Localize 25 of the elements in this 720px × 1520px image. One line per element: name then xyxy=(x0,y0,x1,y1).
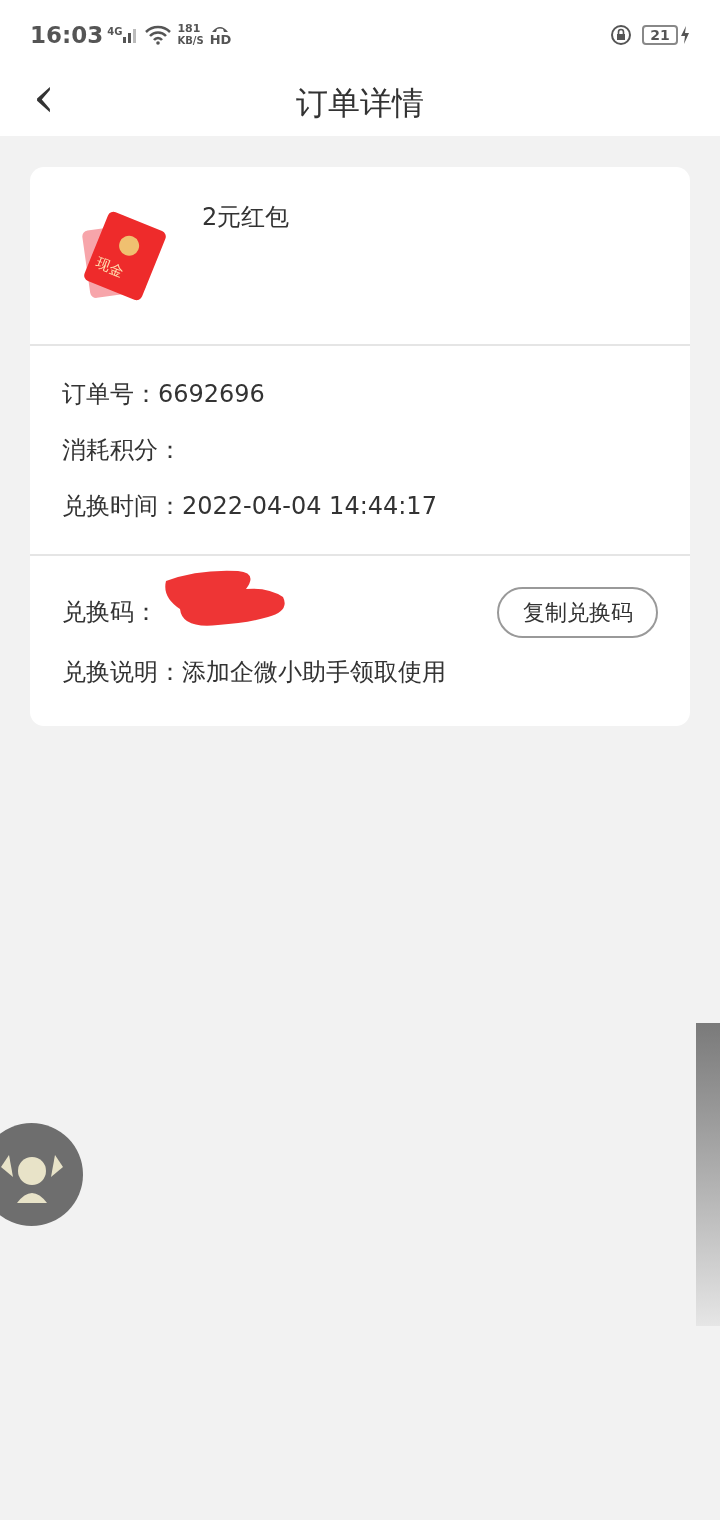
copy-code-button[interactable]: 复制兑换码 xyxy=(497,586,658,638)
back-button[interactable]: ‹ xyxy=(24,72,64,122)
charging-icon xyxy=(680,26,690,44)
signal-icon xyxy=(123,27,138,43)
wifi-icon xyxy=(145,25,172,45)
side-handle[interactable] xyxy=(696,1023,720,1326)
hd-label: HD xyxy=(209,32,232,46)
page-title: 订单详情 xyxy=(296,83,424,124)
field-value: 2022-04-04 14:44:17 xyxy=(182,491,437,522)
product-name: 2元红包 xyxy=(202,202,290,233)
field-value: 添加企微小助手领取使用 xyxy=(182,657,446,688)
speed-unit: KB/S xyxy=(177,35,204,47)
network-type: 4G xyxy=(107,25,123,39)
status-time: 16:03 xyxy=(30,20,104,50)
field-label: 兑换说明： xyxy=(62,657,182,688)
field-label: 兑换码： xyxy=(62,597,158,628)
battery-indicator: 21 xyxy=(642,25,678,45)
field-label: 兑换时间： xyxy=(62,491,182,522)
field-value: 6692696 xyxy=(158,379,265,410)
envelope-label: 现金 xyxy=(93,253,127,282)
speed-value: 181 xyxy=(177,23,202,35)
field-label: 消耗积分： xyxy=(62,435,182,466)
phone-icon xyxy=(211,24,230,33)
field-label: 订单号： xyxy=(62,379,158,410)
rotation-lock-icon xyxy=(610,24,632,46)
